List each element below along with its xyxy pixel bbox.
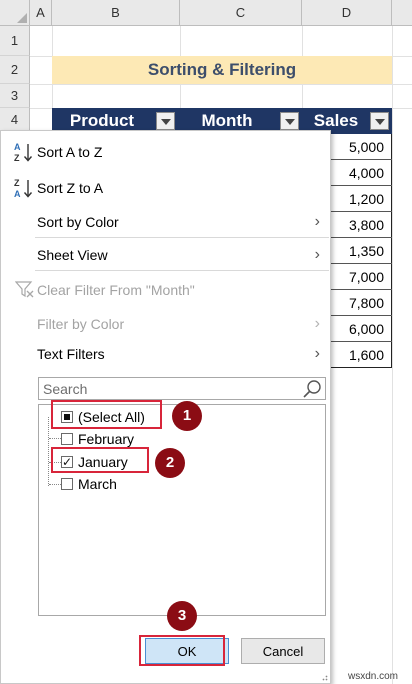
row-header-4[interactable]: 4 bbox=[0, 108, 30, 132]
sheet-view-label: Sheet View bbox=[37, 247, 108, 263]
submenu-chevron-icon: › bbox=[314, 213, 320, 230]
product-filter-dropdown-icon[interactable] bbox=[156, 112, 175, 130]
sort-z-to-a-label: Sort Z to A bbox=[37, 180, 104, 196]
column-header-b[interactable]: B bbox=[52, 0, 180, 26]
column-header-d[interactable]: D bbox=[302, 0, 392, 26]
step-2-badge: 2 bbox=[155, 448, 185, 478]
sales-cell[interactable]: 1,350 bbox=[331, 238, 392, 264]
corner-triangle-icon bbox=[17, 13, 27, 23]
sales-cell[interactable]: 4,000 bbox=[331, 160, 392, 186]
sort-by-color-label: Sort by Color bbox=[37, 214, 119, 230]
clear-filter-icon bbox=[15, 281, 34, 298]
resize-grip-icon[interactable] bbox=[320, 673, 328, 681]
svg-text:A: A bbox=[14, 142, 21, 152]
sales-cell[interactable]: 6,000 bbox=[331, 316, 392, 342]
tree-connector bbox=[48, 417, 49, 486]
search-icon bbox=[303, 380, 321, 398]
clear-filter-label: Clear Filter From "Month" bbox=[37, 282, 195, 298]
filter-by-color-item[interactable]: Filter by Color › bbox=[1, 309, 330, 339]
column-header-e[interactable] bbox=[392, 0, 412, 26]
column-header-a[interactable]: A bbox=[30, 0, 52, 26]
sales-cell[interactable]: 5,000 bbox=[331, 134, 392, 160]
sales-cell[interactable]: 3,800 bbox=[331, 212, 392, 238]
svg-text:Z: Z bbox=[14, 178, 20, 188]
march-label: March bbox=[78, 476, 117, 492]
sort-ascending-icon: A Z bbox=[14, 142, 33, 163]
sales-column: 5,000 4,000 1,200 3,800 1,350 7,000 7,80… bbox=[330, 134, 392, 368]
autofilter-menu: A Z Sort A to Z Z A Sort Z to A Sort by … bbox=[0, 130, 331, 684]
tree-connector bbox=[49, 484, 61, 485]
submenu-chevron-icon: › bbox=[314, 246, 320, 263]
select-all-corner[interactable] bbox=[0, 0, 30, 26]
month-filter-dropdown-icon[interactable] bbox=[280, 112, 299, 130]
menu-separator bbox=[35, 270, 329, 271]
text-filters-item[interactable]: Text Filters › bbox=[1, 339, 330, 369]
sort-z-to-a-item[interactable]: Z A Sort Z to A bbox=[1, 173, 330, 203]
tree-connector bbox=[49, 438, 61, 439]
watermark: wsxdn.com bbox=[347, 671, 398, 682]
step-1-badge: 1 bbox=[172, 401, 202, 431]
filter-search-box[interactable] bbox=[38, 377, 326, 400]
highlight-select-all bbox=[51, 400, 162, 429]
highlight-january bbox=[51, 447, 149, 473]
gridline bbox=[392, 26, 393, 684]
row-header-3[interactable]: 3 bbox=[0, 84, 30, 108]
column-header-c[interactable]: C bbox=[180, 0, 302, 26]
sales-cell[interactable]: 1,600 bbox=[331, 342, 392, 368]
text-filters-label: Text Filters bbox=[37, 346, 105, 362]
submenu-chevron-icon: › bbox=[314, 345, 320, 362]
sheet-view-item[interactable]: Sheet View › bbox=[1, 240, 330, 270]
filter-values-list[interactable]: (Select All) February January March bbox=[38, 404, 326, 616]
highlight-ok-button bbox=[139, 635, 225, 666]
submenu-chevron-icon: › bbox=[314, 315, 320, 332]
filter-search-input[interactable] bbox=[39, 378, 289, 399]
step-3-badge: 3 bbox=[167, 601, 197, 631]
sales-cell[interactable]: 7,800 bbox=[331, 290, 392, 316]
sales-cell[interactable]: 7,000 bbox=[331, 264, 392, 290]
sort-a-to-z-item[interactable]: A Z Sort A to Z bbox=[1, 137, 330, 167]
row-header-2[interactable]: 2 bbox=[0, 56, 30, 84]
clear-filter-item[interactable]: Clear Filter From "Month" bbox=[1, 275, 330, 305]
sort-a-to-z-label: Sort A to Z bbox=[37, 144, 103, 160]
gridline bbox=[30, 84, 412, 85]
menu-separator bbox=[35, 237, 329, 238]
sort-descending-icon: Z A bbox=[14, 178, 33, 199]
sales-filter-dropdown-icon[interactable] bbox=[370, 112, 389, 130]
sort-by-color-item[interactable]: Sort by Color › bbox=[1, 207, 330, 237]
cancel-button[interactable]: Cancel bbox=[241, 638, 325, 664]
filter-by-color-label: Filter by Color bbox=[37, 316, 125, 332]
sheet-title-cell[interactable]: Sorting & Filtering bbox=[52, 56, 392, 84]
svg-text:Z: Z bbox=[14, 153, 20, 163]
february-checkbox[interactable] bbox=[61, 433, 73, 445]
svg-text:A: A bbox=[14, 189, 21, 199]
row-header-1[interactable]: 1 bbox=[0, 26, 30, 56]
february-label: February bbox=[78, 431, 135, 447]
sales-cell[interactable]: 1,200 bbox=[331, 186, 392, 212]
march-checkbox[interactable] bbox=[61, 478, 73, 490]
